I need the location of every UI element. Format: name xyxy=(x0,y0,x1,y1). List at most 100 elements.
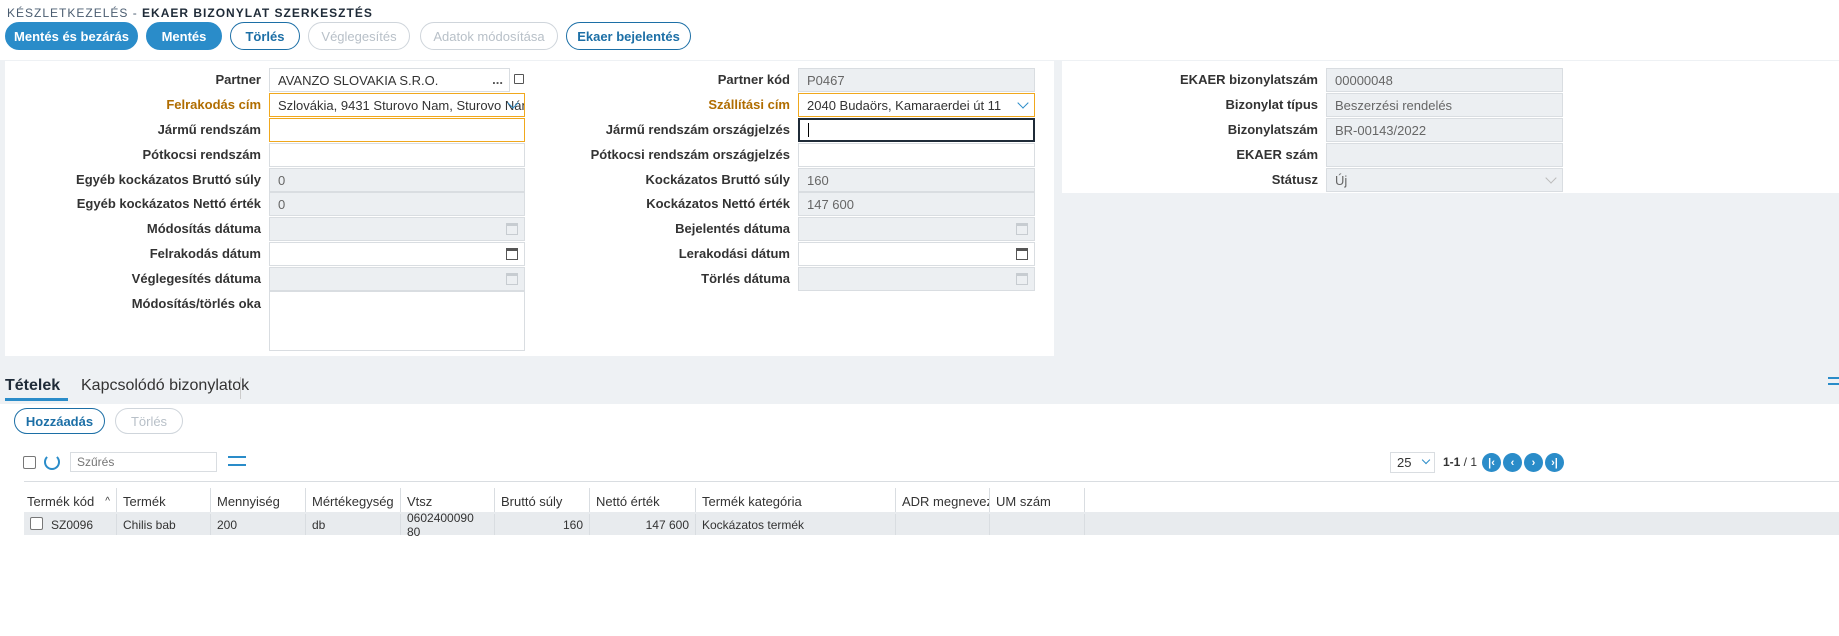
finalized-date-field xyxy=(269,267,525,291)
refresh-icon[interactable] xyxy=(44,454,60,470)
vehicle-plate-input[interactable] xyxy=(269,118,525,142)
report-date-field xyxy=(798,217,1035,241)
loading-address-select[interactable]: Szlovákia, 9431 Sturovo Nam, Sturovo Nám… xyxy=(269,93,525,117)
trailer-plate-input[interactable] xyxy=(269,143,525,167)
pager-total: / 1 xyxy=(1460,455,1478,469)
delete-button[interactable]: Törlés xyxy=(230,22,300,50)
table-top-border xyxy=(24,481,1839,482)
vehicle-country-input[interactable] xyxy=(798,118,1035,142)
gross-weight-field: 160 xyxy=(798,168,1035,192)
net-value-field: 147 600 xyxy=(798,192,1035,216)
table-cell: Kockázatos termék xyxy=(696,514,896,535)
swap-columns-icon[interactable] xyxy=(228,456,246,466)
ekaer-doc-no-label: EKAER bizonylatszám xyxy=(1180,72,1318,87)
select-all-checkbox[interactable] xyxy=(23,456,36,469)
grid-delete-button[interactable]: Törlés xyxy=(115,408,183,434)
partner-lookup-icon[interactable]: ... xyxy=(492,72,503,87)
column-header[interactable]: Termék kategória xyxy=(696,488,896,514)
delivery-address-label: Szállítási cím xyxy=(708,97,790,112)
ekaer-no-field xyxy=(1326,143,1563,167)
column-header[interactable]: Mennyiség xyxy=(211,488,306,514)
other-net-value-label: Egyéb kockázatos Nettó érték xyxy=(76,196,261,211)
tab-related-documents[interactable]: Kapcsolódó bizonylatok xyxy=(81,377,249,395)
trailer-country-input[interactable] xyxy=(798,143,1035,167)
status-value: Új xyxy=(1335,172,1348,188)
partner-value: AVANZO SLOVAKIA S.R.O. xyxy=(278,72,439,88)
column-header[interactable]: Nettó érték xyxy=(590,488,696,514)
save-close-button[interactable]: Mentés és bezárás xyxy=(5,22,138,50)
doc-no-field: BR-00143/2022 xyxy=(1326,118,1563,142)
column-header[interactable]: Termék xyxy=(117,488,211,514)
column-header[interactable]: Mértékegység xyxy=(306,488,401,514)
tab-items[interactable]: Tételek xyxy=(5,377,60,395)
column-header[interactable]: UM szám xyxy=(990,488,1085,514)
modified-date-label: Módosítás dátuma xyxy=(146,221,261,236)
table-cell: db xyxy=(306,514,401,535)
tab-active-indicator xyxy=(5,398,68,401)
partner-code-label: Partner kód xyxy=(717,72,790,87)
table-cell: 147 600 xyxy=(590,514,696,535)
reason-label: Módosítás/törlés oka xyxy=(131,296,261,311)
partner-code-field: P0467 xyxy=(798,68,1035,92)
breadcrumb-section[interactable]: KÉSZLETKEZELÉS - xyxy=(7,6,138,20)
prev-page-icon[interactable]: ‹ xyxy=(1503,453,1522,472)
ekaer-doc-no-field: 00000048 xyxy=(1326,68,1563,92)
last-page-icon[interactable]: ›| xyxy=(1545,453,1564,472)
table-cell: 200 xyxy=(211,514,306,535)
table-cell xyxy=(896,514,990,535)
calendar-icon xyxy=(506,273,518,285)
unloading-date-input[interactable] xyxy=(798,242,1035,266)
doc-type-label: Bizonylat típus xyxy=(1225,97,1318,112)
finalized-date-label: Véglegesítés dátuma xyxy=(131,271,261,286)
loading-address-label: Felrakodás cím xyxy=(166,97,261,112)
other-gross-weight-label: Egyéb kockázatos Bruttó súly xyxy=(76,172,261,187)
delivery-address-select[interactable]: 2040 Budaörs, Kamaraerdei út 11 xyxy=(798,93,1035,117)
reason-textarea[interactable] xyxy=(269,291,525,351)
add-button[interactable]: Hozzáadás xyxy=(14,408,105,434)
first-page-icon[interactable]: |‹ xyxy=(1482,453,1501,472)
chevron-down-icon xyxy=(1545,172,1557,184)
menu-icon[interactable] xyxy=(1828,377,1839,385)
save-button[interactable]: Mentés xyxy=(146,22,222,50)
loading-date-input[interactable] xyxy=(269,242,525,266)
delivery-address-value: 2040 Budaörs, Kamaraerdei út 11 xyxy=(807,97,1002,113)
row-checkbox[interactable] xyxy=(30,517,43,530)
doc-type-field: Beszerzési rendelés xyxy=(1326,93,1563,117)
loading-date-label: Felrakodás dátum xyxy=(149,246,261,261)
tab-bar: Tételek Kapcsolódó bizonylatok xyxy=(0,365,1839,405)
status-select: Új xyxy=(1326,168,1563,192)
finalize-button[interactable]: Véglegesítés xyxy=(308,22,410,50)
tab-divider xyxy=(240,377,241,399)
column-header[interactable]: ADR megnevezés xyxy=(896,488,990,514)
doc-no-label: Bizonylatszám xyxy=(1227,122,1318,137)
sort-asc-icon: ^ xyxy=(105,495,110,507)
table-cell: Chilis bab xyxy=(117,514,211,535)
calendar-icon xyxy=(506,223,518,235)
other-gross-weight-field: 0 xyxy=(269,168,525,192)
page-size-value: 25 xyxy=(1397,455,1412,470)
trailer-plate-label: Pótkocsi rendszám xyxy=(142,147,262,162)
delete-date-label: Törlés dátuma xyxy=(701,271,790,286)
next-page-icon[interactable]: › xyxy=(1524,453,1543,472)
report-date-label: Bejelentés dátuma xyxy=(675,221,790,236)
pager-range: 1-1 xyxy=(1443,455,1461,469)
modify-data-button[interactable]: Adatok módosítása xyxy=(420,22,558,50)
column-header[interactable]: Bruttó súly xyxy=(495,488,590,514)
calendar-icon[interactable] xyxy=(506,248,518,260)
loading-address-value: Szlovákia, 9431 Sturovo Nam, Sturovo Nám… xyxy=(278,97,525,113)
partner-field[interactable]: AVANZO SLOVAKIA S.R.O. ... xyxy=(269,68,510,92)
modified-date-field xyxy=(269,217,525,241)
table-cell: 160 xyxy=(495,514,590,535)
other-net-value-field: 0 xyxy=(269,192,525,216)
column-header[interactable]: Termék kód ^ xyxy=(21,488,117,514)
pager-info: 1-1 / 1 xyxy=(1443,455,1477,469)
delete-date-field xyxy=(798,267,1035,291)
calendar-icon[interactable] xyxy=(1016,248,1028,260)
edit-icon[interactable] xyxy=(514,74,524,84)
ekaer-report-button[interactable]: Ekaer bejelentés xyxy=(566,22,691,50)
net-value-label: Kockázatos Nettó érték xyxy=(646,196,790,211)
page-size-select[interactable]: 25 xyxy=(1390,452,1435,473)
filter-input[interactable] xyxy=(70,452,217,472)
trailer-country-label: Pótkocsi rendszám országjelzés xyxy=(590,147,790,162)
status-label: Státusz xyxy=(1271,172,1318,187)
